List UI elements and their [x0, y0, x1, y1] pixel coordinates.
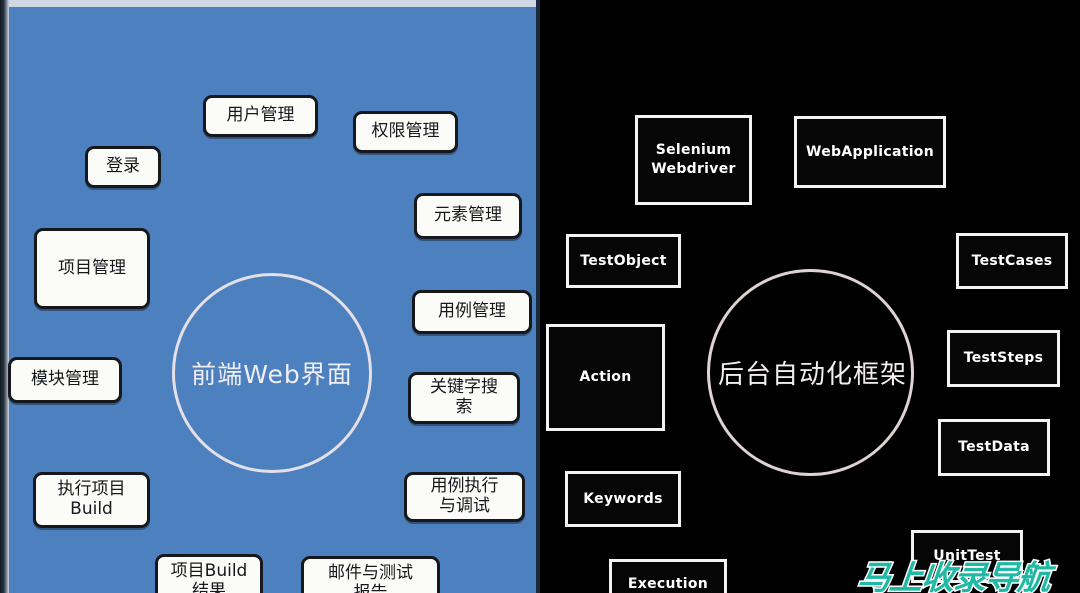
backend-center-label: 后台自动化框架 [717, 360, 907, 390]
node-keywords[interactable]: Keywords [565, 471, 681, 527]
frontend-panel: 前端Web界面 用户管理 权限管理 登录 元素管理 项目管理 用例管理 模块管理… [0, 0, 540, 593]
node-keyword-search[interactable]: 关键字搜 索 [408, 372, 520, 424]
node-user-management[interactable]: 用户管理 [203, 95, 318, 137]
site-watermark: 马上收录导航 [854, 551, 1053, 593]
node-mail-and-test-report[interactable]: 邮件与测试 报告 [301, 556, 440, 593]
node-execution[interactable]: Execution [609, 559, 727, 593]
node-testcase-management[interactable]: 用例管理 [412, 290, 532, 334]
panel-left-edge [0, 0, 9, 593]
watermark-text: 马上收录导航 [854, 557, 1053, 593]
node-selenium-webdriver[interactable]: Selenium Webdriver [635, 115, 752, 205]
node-execute-project-build[interactable]: 执行项目 Build [33, 472, 150, 528]
node-testcases[interactable]: TestCases [956, 233, 1068, 289]
frontend-center-label: 前端Web界面 [191, 360, 353, 389]
node-login[interactable]: 登录 [85, 146, 161, 188]
node-testobject[interactable]: TestObject [566, 234, 681, 288]
node-action[interactable]: Action [546, 324, 665, 431]
node-module-management[interactable]: 模块管理 [8, 357, 122, 403]
frontend-center-circle: 前端Web界面 [172, 273, 372, 473]
node-testdata[interactable]: TestData [938, 419, 1050, 476]
node-project-build-result[interactable]: 项目Build 结果 [155, 554, 263, 593]
panel-top-edge [0, 0, 540, 7]
node-teststeps[interactable]: TestSteps [947, 330, 1060, 387]
node-project-management[interactable]: 项目管理 [34, 228, 150, 309]
backend-center-circle: 后台自动化框架 [707, 269, 914, 476]
node-testcase-execution-debug[interactable]: 用例执行 与调试 [404, 472, 525, 522]
node-permission-management[interactable]: 权限管理 [353, 111, 458, 153]
node-element-management[interactable]: 元素管理 [414, 193, 522, 239]
diagram-canvas: 前端Web界面 用户管理 权限管理 登录 元素管理 项目管理 用例管理 模块管理… [0, 0, 1080, 593]
node-webapplication[interactable]: WebApplication [794, 116, 946, 188]
